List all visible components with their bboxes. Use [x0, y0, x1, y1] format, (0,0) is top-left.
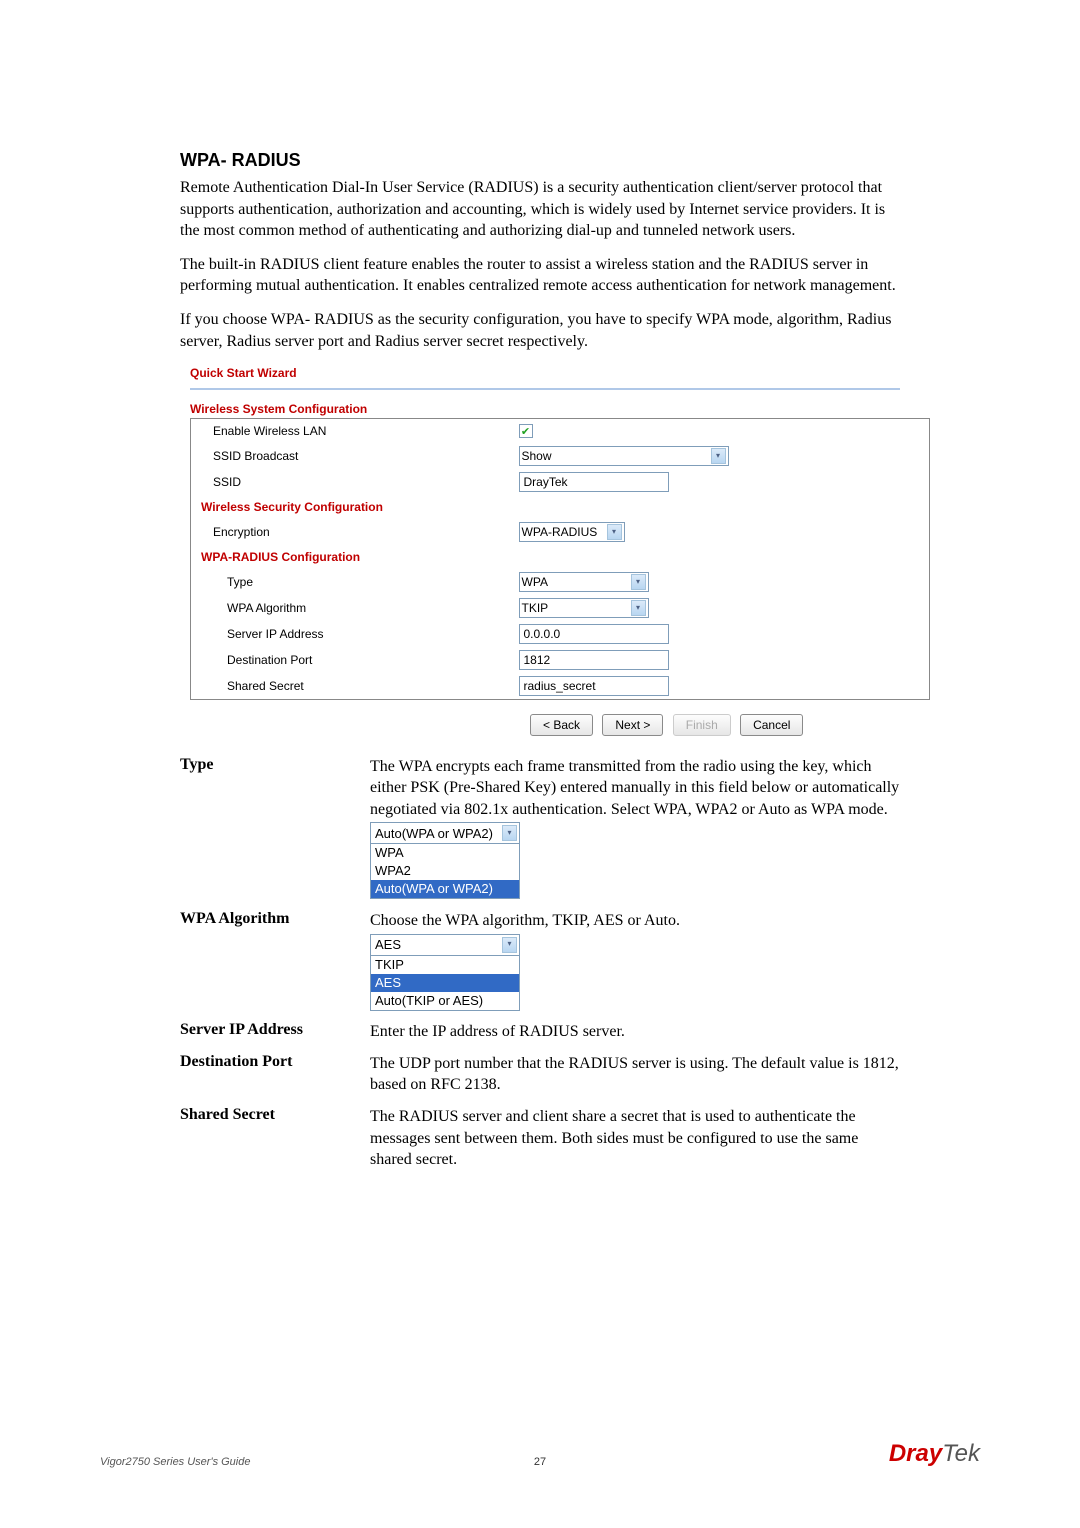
wpa-radius-heading: WPA-RADIUS Configuration [191, 545, 930, 569]
finish-button: Finish [673, 714, 731, 736]
desc-port-body: The UDP port number that the RADIUS serv… [370, 1053, 900, 1106]
wireless-system-heading: Wireless System Configuration [190, 402, 900, 416]
dest-port-input[interactable]: 1812 [519, 650, 669, 670]
type-select[interactable]: WPA ▾ [519, 572, 649, 592]
chevron-down-icon: ▾ [631, 600, 646, 616]
dest-port-label: Destination Port [191, 647, 511, 673]
shared-secret-input[interactable]: radius_secret [519, 676, 669, 696]
algo-option-tkip[interactable]: TKIP [371, 956, 519, 974]
encryption-value: WPA-RADIUS [522, 525, 598, 539]
field-descriptions: Type The WPA encrypts each frame transmi… [180, 756, 900, 1181]
next-button[interactable]: Next > [602, 714, 663, 736]
algo-value: TKIP [522, 601, 549, 615]
type-label: Type [191, 569, 511, 595]
type-option-wpa[interactable]: WPA [371, 844, 519, 862]
type-option-wpa2[interactable]: WPA2 [371, 862, 519, 880]
desc-type-label: Type [180, 756, 370, 910]
section-heading: WPA- RADIUS [180, 150, 900, 171]
desc-algo-label: WPA Algorithm [180, 910, 370, 1021]
type-dropdown-expanded[interactable]: Auto(WPA or WPA2) ▾ WPA WPA2 Auto(WPA or… [370, 822, 520, 899]
desc-port-label: Destination Port [180, 1053, 370, 1106]
encryption-label: Encryption [191, 519, 511, 545]
wizard-title: Quick Start Wizard [190, 366, 297, 380]
back-button[interactable]: < Back [530, 714, 593, 736]
algo-dropdown-selected: AES [375, 936, 401, 954]
desc-algo-body: Choose the WPA algorithm, TKIP, AES or A… [370, 912, 680, 929]
desc-type-body: The WPA encrypts each frame transmitted … [370, 758, 899, 818]
chevron-down-icon: ▾ [711, 448, 726, 464]
divider [190, 388, 900, 390]
algo-dropdown-expanded[interactable]: AES ▾ TKIP AES Auto(TKIP or AES) [370, 934, 520, 1011]
config-table: Enable Wireless LAN ✔ SSID Broadcast Sho… [190, 418, 930, 700]
desc-secret-body: The RADIUS server and client share a sec… [370, 1106, 900, 1181]
paragraph-2: The built-in RADIUS client feature enabl… [180, 254, 900, 297]
algo-label: WPA Algorithm [191, 595, 511, 621]
cancel-button[interactable]: Cancel [740, 714, 803, 736]
desc-secret-label: Shared Secret [180, 1106, 370, 1181]
paragraph-1: Remote Authentication Dial-In User Servi… [180, 177, 900, 242]
algo-option-auto[interactable]: Auto(TKIP or AES) [371, 992, 519, 1010]
type-value: WPA [522, 575, 548, 589]
server-ip-input[interactable]: 0.0.0.0 [519, 624, 669, 644]
chevron-down-icon: ▾ [502, 937, 517, 953]
chevron-down-icon: ▾ [631, 574, 646, 590]
ssid-broadcast-label: SSID Broadcast [191, 443, 511, 469]
chevron-down-icon: ▾ [607, 524, 622, 540]
ssid-broadcast-select[interactable]: Show ▾ [519, 446, 729, 466]
encryption-select[interactable]: WPA-RADIUS ▾ [519, 522, 625, 542]
brand-logo: DrayTek [889, 1440, 980, 1468]
server-ip-label: Server IP Address [191, 621, 511, 647]
desc-server-label: Server IP Address [180, 1021, 370, 1053]
type-dropdown-selected: Auto(WPA or WPA2) [375, 825, 493, 843]
wireless-security-heading: Wireless Security Configuration [191, 495, 930, 519]
ssid-label: SSID [191, 469, 511, 495]
algo-option-aes[interactable]: AES [371, 974, 519, 992]
type-option-auto[interactable]: Auto(WPA or WPA2) [371, 880, 519, 898]
page-number: 27 [534, 1456, 546, 1468]
ssid-input[interactable]: DrayTek [519, 472, 669, 492]
brand-tek: Tek [942, 1440, 980, 1467]
enable-wireless-label: Enable Wireless LAN [191, 419, 511, 443]
enable-wireless-checkbox[interactable]: ✔ [519, 424, 533, 438]
algo-select[interactable]: TKIP ▾ [519, 598, 649, 618]
brand-dray: Dray [889, 1440, 942, 1467]
page-footer: Vigor2750 Series User's Guide 27 DrayTek [0, 1440, 1080, 1468]
footer-guide-title: Vigor2750 Series User's Guide [100, 1456, 250, 1468]
wizard-screenshot: Quick Start Wizard Wireless System Confi… [180, 364, 900, 736]
shared-secret-label: Shared Secret [191, 673, 511, 700]
paragraph-3: If you choose WPA- RADIUS as the securit… [180, 309, 900, 352]
desc-server-body: Enter the IP address of RADIUS server. [370, 1021, 900, 1053]
chevron-down-icon: ▾ [502, 825, 517, 841]
wizard-buttons: < Back Next > Finish Cancel [190, 714, 900, 736]
ssid-broadcast-value: Show [522, 449, 552, 463]
